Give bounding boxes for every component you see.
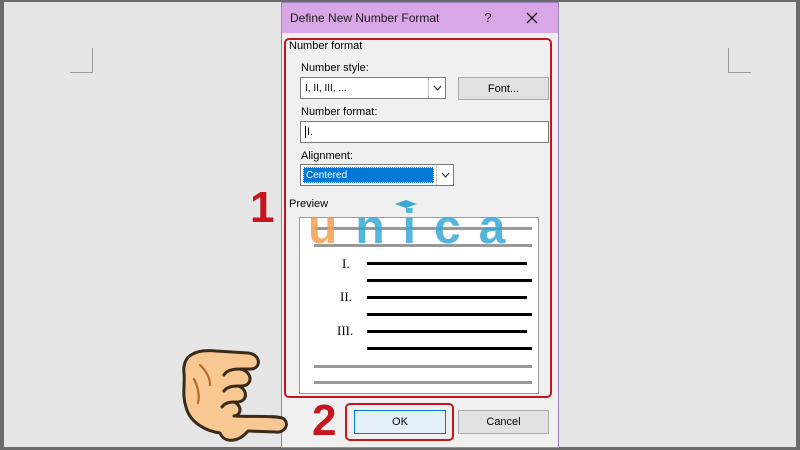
page-corner-mark-right xyxy=(728,48,751,73)
pointing-hand-icon xyxy=(182,349,288,442)
step-number-1: 1 xyxy=(250,183,275,232)
page-corner-mark-left xyxy=(70,48,93,73)
cancel-button[interactable]: Cancel xyxy=(458,410,549,434)
close-button[interactable] xyxy=(520,7,544,29)
frame-left xyxy=(0,0,4,450)
frame-right xyxy=(796,0,800,450)
highlight-box-1 xyxy=(284,38,552,398)
help-button[interactable]: ? xyxy=(478,8,498,28)
dialog-titlebar[interactable]: Define New Number Format ? xyxy=(282,3,558,33)
step-number-2: 2 xyxy=(312,396,337,445)
dialog-title: Define New Number Format xyxy=(290,11,440,25)
cancel-button-label: Cancel xyxy=(486,416,521,428)
highlight-box-2 xyxy=(345,403,454,441)
close-icon xyxy=(526,12,538,24)
